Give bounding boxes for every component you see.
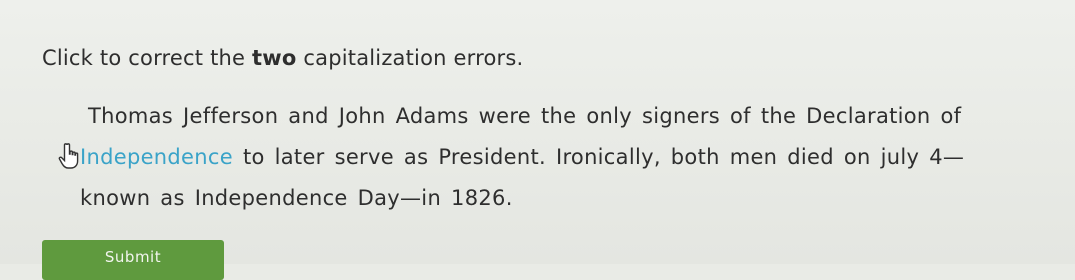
word-independence-2[interactable]: Independence [195,186,348,210]
word-john[interactable]: John [339,104,386,128]
word-both[interactable]: both [671,145,720,169]
passage-line-3: known as Independence Day—in 1826. [80,178,1038,219]
word-the-2[interactable]: the [761,104,796,128]
word-1826[interactable]: 1826. [451,186,513,210]
word-signers[interactable]: signers [642,104,720,128]
word-serve[interactable]: serve [335,145,394,169]
exercise-page: Click to correct the two capitalization … [0,0,1075,280]
word-on[interactable]: on [844,145,871,169]
instruction-suffix: capitalization errors. [296,46,524,70]
word-later[interactable]: later [275,145,325,169]
word-of-2[interactable]: of [941,104,962,128]
word-men[interactable]: men [730,145,778,169]
instruction-text: Click to correct the two capitalization … [42,46,523,70]
submit-button[interactable]: Submit [42,240,224,280]
word-ironically[interactable]: Ironically, [556,145,661,169]
word-of[interactable]: of [730,104,751,128]
word-to[interactable]: to [243,145,265,169]
word-as-2[interactable]: as [160,186,184,210]
word-4[interactable]: 4— [929,145,964,169]
word-known[interactable]: known [80,186,150,210]
word-only[interactable]: only [586,104,632,128]
word-jefferson[interactable]: Jefferson [183,104,278,128]
word-and[interactable]: and [288,104,328,128]
passage-line-2: Independence to later serve as President… [58,137,1038,178]
word-as[interactable]: as [404,145,428,169]
word-adams[interactable]: Adams [396,104,469,128]
instruction-emphasis: two [252,46,297,70]
word-the[interactable]: the [541,104,576,128]
passage: Thomas Jefferson and John Adams were the… [58,96,1038,219]
instruction-prefix: Click to correct the [42,46,253,70]
word-day-in[interactable]: Day—in [358,186,441,210]
word-were[interactable]: were [479,104,531,128]
word-july[interactable]: july [881,145,920,169]
word-died[interactable]: died [787,145,834,169]
word-president[interactable]: President. [438,145,546,169]
word-thomas[interactable]: Thomas [88,104,173,128]
word-declaration[interactable]: Declaration [806,104,930,128]
word-independence-hovered[interactable]: Independence [58,143,233,169]
passage-line-1: Thomas Jefferson and John Adams were the… [88,96,1038,137]
